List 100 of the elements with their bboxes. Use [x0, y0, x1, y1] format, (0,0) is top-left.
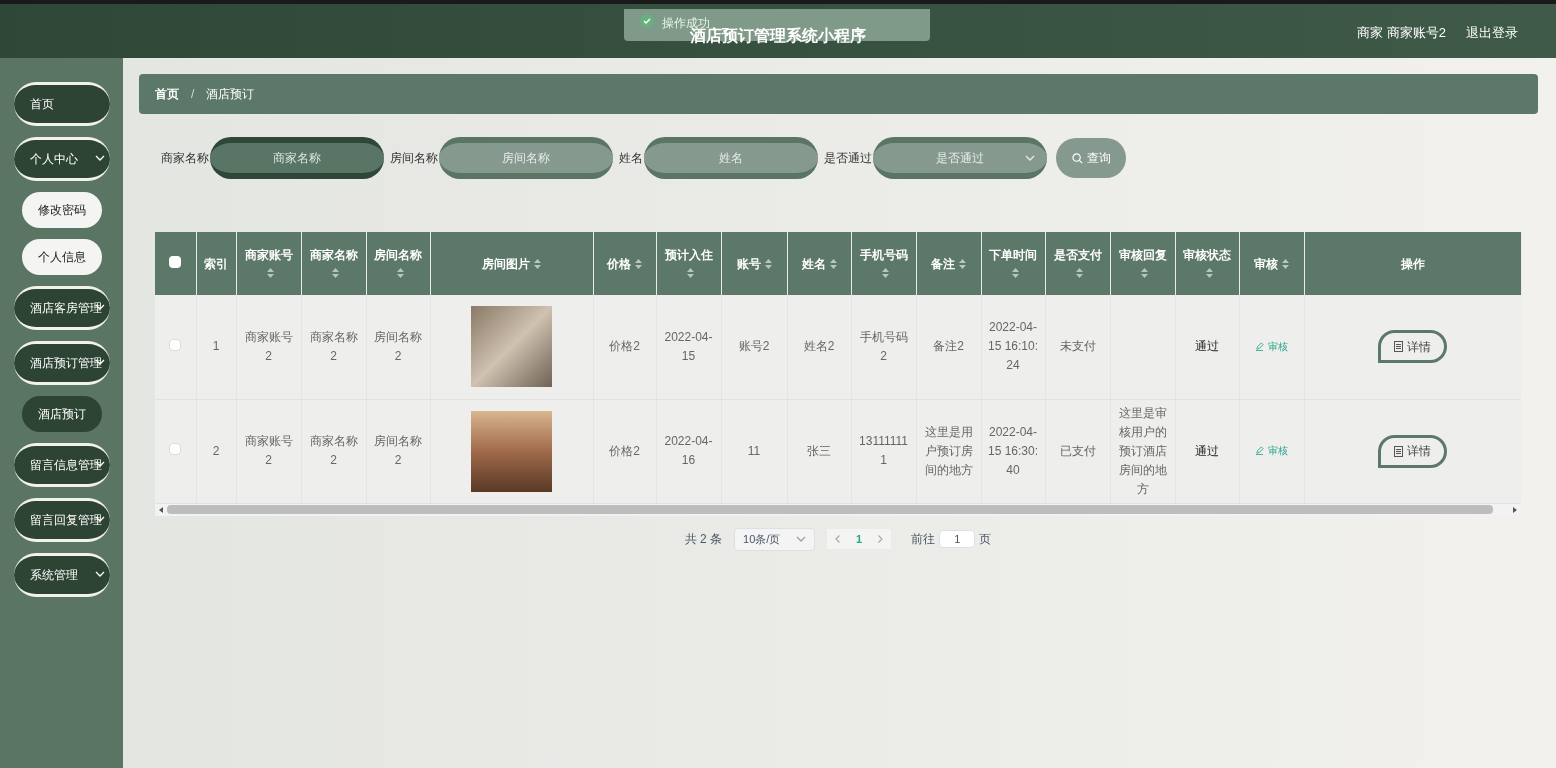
scroll-left-icon[interactable]: [159, 506, 163, 513]
page-number[interactable]: 1: [856, 530, 863, 548]
table-cell: 131111111: [859, 434, 908, 467]
column-header: 操作: [1304, 232, 1521, 295]
row-checkbox[interactable]: [169, 443, 182, 455]
input-field[interactable]: 姓名: [644, 137, 818, 179]
column-header[interactable]: 预计入住: [656, 232, 721, 295]
sidebar-submenu-item[interactable]: 酒店预订: [21, 396, 102, 432]
chevron-down-icon: [796, 536, 807, 542]
user-label: 商家 商家账号2: [1357, 24, 1446, 43]
toast-message: 操作成功: [662, 15, 710, 30]
table-cell: 商家名称2: [309, 329, 358, 363]
table-cell: 未支付: [1059, 339, 1096, 354]
sort-icon[interactable]: [1141, 268, 1148, 279]
search-button[interactable]: 查询: [1056, 138, 1126, 178]
input-field[interactable]: 姓名: [644, 143, 818, 173]
sort-icon[interactable]: [534, 259, 541, 270]
total-count: 共 2 条: [684, 531, 723, 548]
sort-icon[interactable]: [687, 268, 694, 279]
column-header[interactable]: 房间名称: [366, 232, 430, 295]
column-header[interactable]: 下单时间: [981, 232, 1045, 295]
table-cell: 2022-04-16: [664, 434, 713, 467]
sort-icon[interactable]: [267, 268, 274, 279]
pencil-icon: [1255, 446, 1264, 455]
pencil-icon: [1255, 341, 1264, 351]
table-cell: 这里是用户预订房间的地方: [924, 424, 973, 477]
column-header[interactable]: 姓名: [787, 232, 851, 295]
sort-icon[interactable]: [635, 259, 642, 270]
column-header: 索引: [196, 232, 236, 295]
table-cell: 账号2: [738, 339, 770, 354]
row-checkbox[interactable]: [169, 338, 182, 351]
column-header[interactable]: 价格: [593, 232, 656, 295]
audit-link[interactable]: 审核: [1255, 338, 1288, 354]
audit-link[interactable]: 审核: [1255, 443, 1288, 458]
table-cell: 通过: [1195, 443, 1219, 458]
input-field[interactable]: 房间名称: [439, 143, 613, 173]
sort-icon[interactable]: [396, 268, 404, 279]
table-cell: 张三: [807, 443, 831, 458]
chevron-down-icon: [1025, 155, 1035, 161]
prev-page-button[interactable]: [835, 535, 841, 543]
sort-icon[interactable]: [829, 259, 837, 270]
table-cell: 商家账号2: [244, 329, 293, 363]
document-icon: [1394, 341, 1404, 353]
table-cell: 商家名称2: [309, 434, 358, 467]
sort-icon[interactable]: [1076, 268, 1083, 279]
table-cell: 2: [212, 443, 220, 458]
goto-label: 前往: [911, 531, 936, 548]
sort-icon[interactable]: [1011, 268, 1019, 279]
sort-icon[interactable]: [882, 268, 889, 279]
table-cell: 手机号码2: [859, 329, 908, 363]
logout-link[interactable]: 退出登录: [1466, 23, 1518, 43]
column-header[interactable]: 审核回复: [1110, 232, 1175, 295]
column-header[interactable]: 是否支付: [1045, 232, 1110, 295]
table-cell: 姓名2: [803, 339, 835, 354]
scroll-right-icon[interactable]: [1513, 506, 1517, 513]
column-header[interactable]: 手机号码: [851, 232, 916, 295]
breadcrumb-link[interactable]: 酒店预订: [206, 85, 255, 103]
page-suffix: 页: [979, 531, 992, 548]
page-input[interactable]: 1: [939, 530, 976, 548]
table-cell: 11: [747, 443, 761, 458]
field-label: 是否通过: [824, 150, 872, 167]
sidebar-menu-item[interactable]: 个人中心: [13, 137, 110, 181]
select-field[interactable]: 是否通过: [873, 143, 1047, 173]
table-cell: 这里是审核用户的预订酒店房间的地方: [1118, 405, 1167, 496]
page-size-select[interactable]: 10条/页: [734, 527, 816, 551]
sidebar-submenu-item[interactable]: 修改密码: [21, 192, 102, 228]
select-field[interactable]: 是否通过: [873, 137, 1047, 179]
sort-icon[interactable]: [764, 259, 772, 270]
column-header[interactable]: 商家账号: [236, 232, 301, 295]
select-all-checkbox[interactable]: [169, 255, 182, 268]
table-cell: 备注2: [933, 339, 964, 354]
sort-icon[interactable]: [332, 268, 339, 279]
table-cell: 2022-04-15 16:30:40: [987, 424, 1038, 477]
table-cell: 2022-04-15: [664, 329, 713, 363]
breadcrumb-link[interactable]: 首页: [155, 85, 179, 103]
sidebar-submenu-item[interactable]: 个人信息: [21, 239, 102, 275]
sidebar-menu-item[interactable]: 首页: [13, 82, 110, 126]
next-page-button[interactable]: [878, 535, 884, 543]
field-label: 房间名称: [390, 150, 438, 167]
column-header[interactable]: 商家名称: [301, 232, 366, 295]
search-icon: [1071, 152, 1083, 164]
table-cell: 价格2: [609, 339, 640, 354]
table-cell: 1: [212, 339, 220, 354]
sidebar-menu-item[interactable]: 系统管理: [13, 553, 110, 597]
input-field[interactable]: 商家名称: [210, 143, 384, 173]
detail-button[interactable]: 详情: [1378, 434, 1448, 468]
input-field[interactable]: 房间名称: [439, 137, 613, 179]
sort-icon[interactable]: [1205, 268, 1213, 279]
column-header[interactable]: 备注: [916, 232, 981, 295]
sort-icon[interactable]: [1282, 259, 1289, 270]
column-header[interactable]: 审核状态: [1175, 232, 1239, 295]
table-cell: 2022-04-15 16:10:24: [987, 320, 1038, 373]
table-cell: 价格2: [609, 443, 640, 458]
column-header[interactable]: 审核: [1239, 232, 1304, 295]
column-header[interactable]: 房间图片: [430, 232, 593, 295]
detail-button[interactable]: 详情: [1378, 330, 1448, 364]
column-header[interactable]: 账号: [721, 232, 787, 295]
sort-icon[interactable]: [959, 259, 966, 270]
input-field[interactable]: 商家名称: [210, 137, 384, 179]
table-cell: 商家账号2: [244, 434, 293, 467]
